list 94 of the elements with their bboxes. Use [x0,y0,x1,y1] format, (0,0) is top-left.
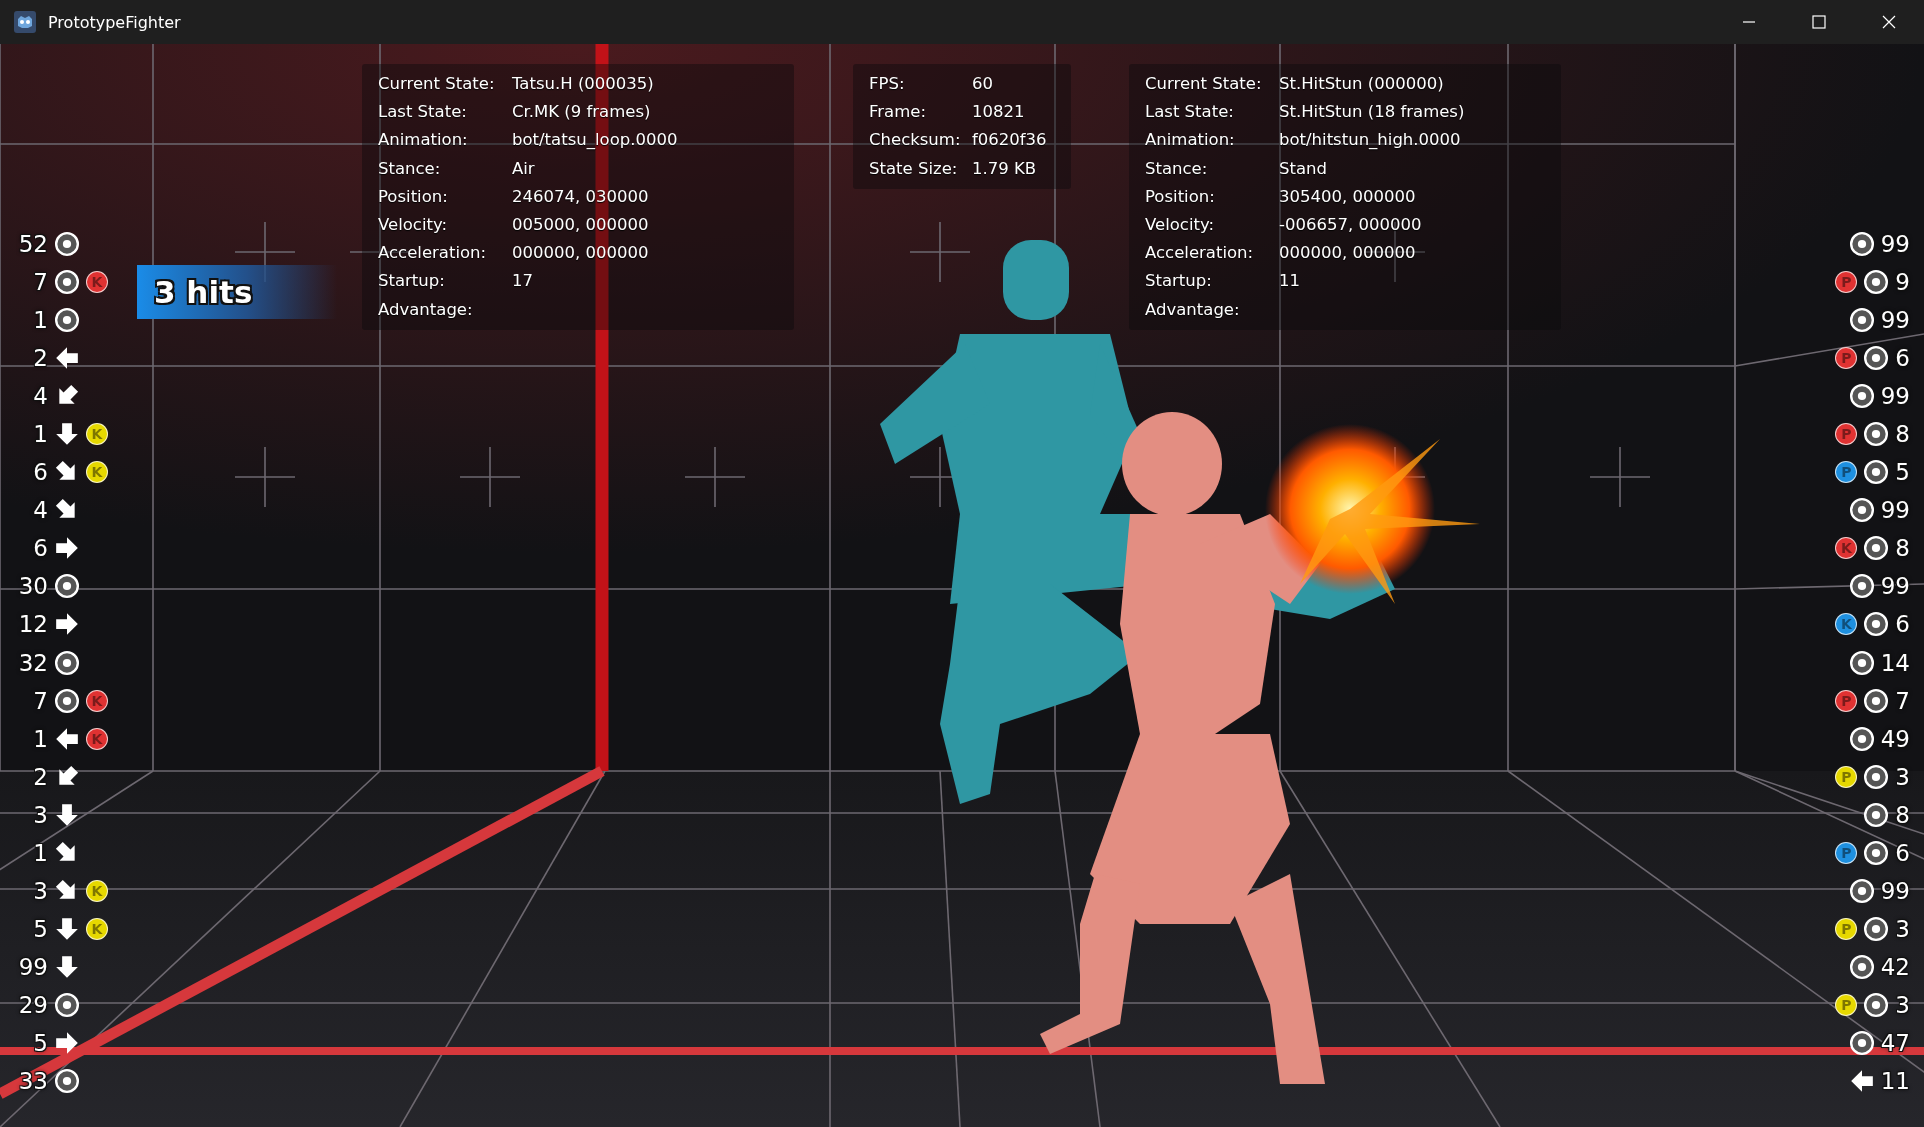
field-label: Current State: [378,73,496,95]
field-value: Stand [1279,157,1328,180]
field-value: 005000, 000000 [512,214,650,236]
field-value: 10821 [972,101,1026,124]
arrow-right-icon [54,1030,80,1056]
frame-count: 7 [1895,687,1910,714]
field-label: Acceleration: [1145,242,1255,265]
field-value: Tatsu.H (000035) [512,73,655,95]
field-label: Stance: [378,157,442,180]
frame-count: 6 [32,459,48,486]
field-label: State Size: [869,157,959,180]
field-label: Animation: [378,129,469,152]
frame-count: 2 [32,345,48,372]
arrow-down-icon [54,801,80,828]
frame-count: 6 [1895,345,1910,372]
field-label: Startup: [378,270,446,293]
field-label: FPS: [869,73,906,95]
field-label: Stance: [1145,157,1209,180]
frame-count: 3 [32,801,48,828]
frame-count: 99 [1880,231,1910,257]
frame-count: 6 [1895,611,1910,638]
frame-count: 1 [32,421,48,448]
field-label: Last State: [378,101,468,124]
field-value: 1.79 KB [972,157,1038,180]
combo-counter: 3 hits [137,265,337,319]
frame-count: 5 [1895,459,1910,486]
frame-count: 9 [1895,269,1910,296]
field-value: 17 [512,270,534,293]
frame-count: 7 [32,269,48,296]
frame-count: 2 [32,763,48,790]
frame-count: 8 [1895,801,1910,828]
field-value: 11 [1279,270,1301,293]
field-value: 246074, 030000 [512,185,650,208]
frame-count: 3 [32,877,48,904]
field-label: Advantage: [378,298,474,321]
field-value: Cr.MK (9 frames) [512,101,652,124]
frame-count: 99 [1880,573,1910,600]
field-value: Air [512,157,536,180]
frame-count: 11 [1880,1068,1910,1095]
field-label: Velocity: [1145,214,1216,236]
window-title: PrototypeFighter [48,12,181,32]
field-label: Position: [1145,185,1216,208]
frame-count: 99 [1880,307,1910,334]
frame-count: 99 [17,953,48,980]
field-value: St.HitStun (18 frames) [1279,101,1466,124]
frame-count: 1 [32,725,48,752]
close-icon [1882,15,1896,29]
field-value: bot/hitstun_high.0000 [1279,129,1462,152]
arrow-down-icon [54,915,80,942]
frame-count: 14 [1880,649,1910,676]
frame-count: 99 [1880,383,1910,410]
field-label: Velocity: [378,214,449,236]
field-value: 305400, 000000 [1279,185,1417,208]
app-logo-icon [14,11,36,33]
field-label: Last State: [1145,101,1235,124]
field-value: bot/tatsu_loop.0000 [512,129,679,152]
field-label: Advantage: [1145,298,1241,321]
frame-count: 3 [1895,991,1910,1018]
frame-count: 12 [17,611,48,638]
frame-count: 3 [1895,763,1910,790]
frame-count: 3 [1895,915,1910,942]
frame-count: 1 [32,307,48,334]
field-label: Current State: [1145,73,1263,95]
field-label: Frame: [869,101,927,124]
field-value: 000000, 000000 [512,242,650,265]
field-value: 000000, 000000 [1279,242,1417,265]
field-value: St.HitStun (000000) [1279,73,1445,95]
frame-count: 30 [17,573,48,600]
field-value: -006657, 000000 [1279,214,1423,236]
field-label: Checksum: [869,129,962,152]
frame-count: 6 [32,535,48,562]
frame-count: 32 [17,649,48,676]
frame-count: 1 [32,839,48,866]
field-label: Position: [378,185,449,208]
frame-count: 7 [32,687,48,714]
field-label: Animation: [1145,129,1236,152]
frame-count: 8 [1895,421,1910,448]
field-label: Acceleration: [378,242,488,265]
maximize-icon [1812,15,1826,29]
arrow-down-icon [54,953,80,980]
frame-count: 49 [1880,725,1910,752]
field-value: 60 [972,73,994,95]
field-value: f0620f36 [972,129,1048,152]
frame-count: 5 [32,915,48,942]
field-label: Startup: [1145,270,1213,293]
frame-count: 99 [1880,877,1910,904]
frame-count: 6 [1895,839,1910,866]
frame-count: 8 [1895,535,1910,562]
frame-count: 99 [1880,497,1910,524]
frame-count: 29 [17,991,48,1018]
frame-count: 42 [1880,953,1910,980]
frame-count: 52 [17,231,48,257]
frame-count: 4 [32,383,48,410]
frame-count: 4 [32,497,48,524]
